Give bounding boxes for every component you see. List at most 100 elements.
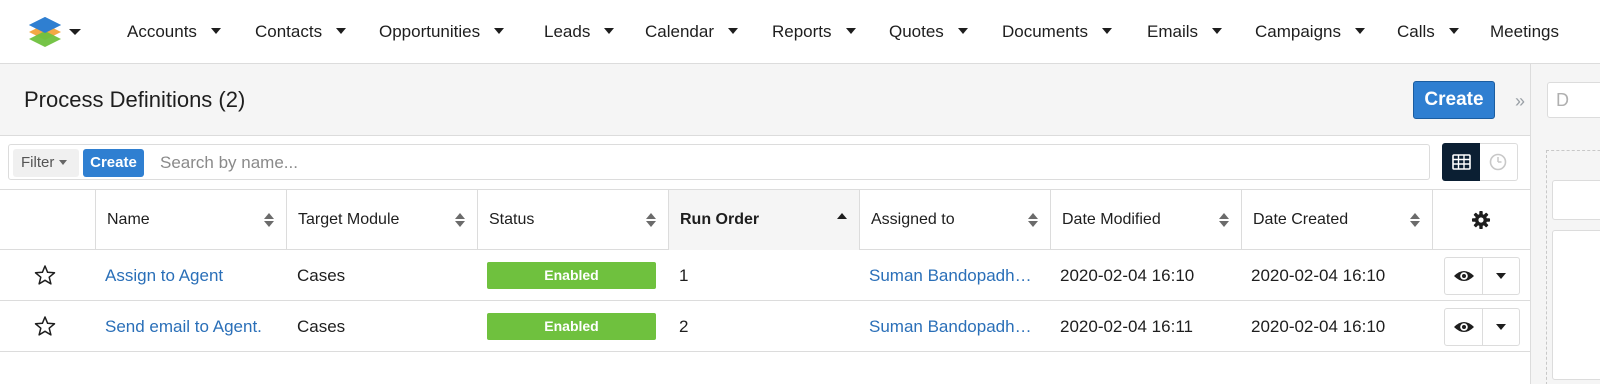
preview-button[interactable] <box>1445 309 1483 345</box>
nav-item-label: Contacts <box>255 22 323 41</box>
nav-item-emails[interactable]: Emails <box>1147 20 1223 44</box>
gear-icon[interactable] <box>1471 210 1491 230</box>
column-header-label: Assigned to <box>871 211 955 228</box>
column-header-label: Date Created <box>1253 211 1349 228</box>
table-header-row: Name Target Module Status Run Order Assi… <box>0 190 1530 250</box>
nav-item-label: Reports <box>772 22 832 41</box>
page-header: Process Definitions (2) Create <box>0 64 1530 136</box>
nav-item-calendar[interactable]: Calendar <box>645 20 738 44</box>
top-navigation-bar: Accounts Contacts Opportunities Leads Ca… <box>0 0 1600 64</box>
column-header-label: Name <box>107 211 150 228</box>
assigned-user-link[interactable]: Suman Bandopadh… <box>869 301 1039 352</box>
chevron-down-icon <box>59 159 68 165</box>
date-created-cell: 2020-02-04 16:10 <box>1251 317 1386 336</box>
eye-icon <box>1454 271 1474 281</box>
chevron-down-icon[interactable] <box>210 27 221 34</box>
column-header-assigned-to[interactable]: Assigned to <box>859 190 1050 250</box>
activity-stream-button[interactable] <box>1480 143 1518 181</box>
sort-icon <box>264 213 274 227</box>
list-view-icon <box>1452 154 1471 170</box>
status-badge: Enabled <box>487 262 656 289</box>
chevron-down-icon[interactable] <box>336 27 347 34</box>
column-header-label: Target Module <box>298 211 400 228</box>
column-header-status[interactable]: Status <box>477 190 668 250</box>
column-header-label: Date Modified <box>1062 211 1161 228</box>
sort-icon <box>455 213 465 227</box>
row-actions-dropdown[interactable] <box>1483 258 1520 294</box>
nav-item-label: Meetings <box>1490 22 1559 41</box>
chevron-down-icon[interactable] <box>1355 27 1365 34</box>
filter-label: Filter <box>21 154 55 171</box>
chevron-down-icon[interactable] <box>1212 27 1223 34</box>
nav-item-contacts[interactable]: Contacts <box>255 20 347 44</box>
target-module-cell: Cases <box>297 266 346 285</box>
star-icon[interactable] <box>34 315 56 337</box>
column-header-favorite <box>0 190 95 250</box>
nav-item-documents[interactable]: Documents <box>1002 20 1112 44</box>
nav-item-label: Leads <box>544 22 591 41</box>
nav-item-label: Calls <box>1397 22 1435 41</box>
nav-item-label: Accounts <box>127 22 197 41</box>
page-title: Process Definitions (2) <box>24 87 246 112</box>
chevron-down-icon[interactable] <box>728 27 738 34</box>
chevron-down-icon[interactable] <box>494 27 505 34</box>
chevron-down-icon[interactable] <box>845 27 856 34</box>
column-header-date-modified[interactable]: Date Modified <box>1050 190 1241 250</box>
sort-icon <box>646 213 656 227</box>
sort-icon <box>1410 213 1420 227</box>
side-panel-dashlet <box>1552 230 1600 380</box>
double-chevron-right-icon[interactable]: » <box>1515 91 1525 111</box>
list-view-button[interactable] <box>1442 143 1480 181</box>
nav-item-label: Quotes <box>889 22 944 41</box>
column-header-target-module[interactable]: Target Module <box>286 190 477 250</box>
column-header-run-order[interactable]: Run Order <box>668 190 859 250</box>
column-header-settings[interactable] <box>1432 190 1530 250</box>
process-name-link[interactable]: Assign to Agent <box>105 250 280 301</box>
search-input[interactable] <box>150 146 1420 180</box>
column-header-label: Status <box>489 211 535 228</box>
assigned-user-link[interactable]: Suman Bandopadh… <box>869 250 1039 301</box>
logo-menu-caret-icon[interactable] <box>69 29 81 35</box>
chevron-down-icon[interactable] <box>1101 27 1112 34</box>
nav-item-label: Documents <box>1002 22 1088 41</box>
row-actions-dropdown[interactable] <box>1483 309 1520 345</box>
nav-item-calls[interactable]: Calls <box>1397 20 1459 44</box>
nav-item-reports[interactable]: Reports <box>772 20 856 44</box>
chevron-down-icon[interactable] <box>1448 27 1459 34</box>
filter-create-button[interactable]: Create <box>83 149 144 177</box>
date-created-cell: 2020-02-04 16:10 <box>1251 266 1386 285</box>
chevron-down-icon[interactable] <box>604 27 615 34</box>
table-row: Send email to Agent. Cases Enabled 2 Sum… <box>0 301 1530 352</box>
date-modified-cell: 2020-02-04 16:11 <box>1060 317 1193 336</box>
column-header-name[interactable]: Name <box>95 190 286 250</box>
chevron-down-icon <box>1496 324 1506 330</box>
activity-stream-icon <box>1489 153 1507 171</box>
nav-item-meetings[interactable]: Meetings <box>1490 20 1559 44</box>
chevron-down-icon[interactable] <box>957 27 968 34</box>
filter-dropdown[interactable]: Filter <box>13 149 79 177</box>
column-header-label: Run Order <box>680 211 760 228</box>
chevron-down-icon <box>1496 273 1506 279</box>
preview-button[interactable] <box>1445 258 1483 294</box>
row-actions <box>1444 257 1520 295</box>
nav-item-label: Calendar <box>645 22 714 41</box>
nav-item-quotes[interactable]: Quotes <box>889 20 968 44</box>
sort-ascending-icon <box>837 213 847 219</box>
sort-icon <box>1028 213 1038 227</box>
create-button[interactable]: Create <box>1413 81 1495 119</box>
process-name-link[interactable]: Send email to Agent. <box>105 301 280 352</box>
sort-icon <box>1219 213 1229 227</box>
eye-icon <box>1454 322 1474 332</box>
star-icon[interactable] <box>34 264 56 286</box>
run-order-cell: 1 <box>679 266 689 285</box>
stacked-layers-logo-icon[interactable] <box>27 15 63 49</box>
row-actions <box>1444 308 1520 346</box>
nav-item-accounts[interactable]: Accounts <box>127 20 221 44</box>
nav-item-opportunities[interactable]: Opportunities <box>379 20 505 44</box>
run-order-cell: 2 <box>679 317 689 336</box>
side-panel-input[interactable]: D <box>1547 82 1600 118</box>
nav-item-leads[interactable]: Leads <box>544 20 615 44</box>
nav-item-label: Opportunities <box>379 22 481 41</box>
column-header-date-created[interactable]: Date Created <box>1241 190 1432 250</box>
nav-item-campaigns[interactable]: Campaigns <box>1255 20 1365 44</box>
